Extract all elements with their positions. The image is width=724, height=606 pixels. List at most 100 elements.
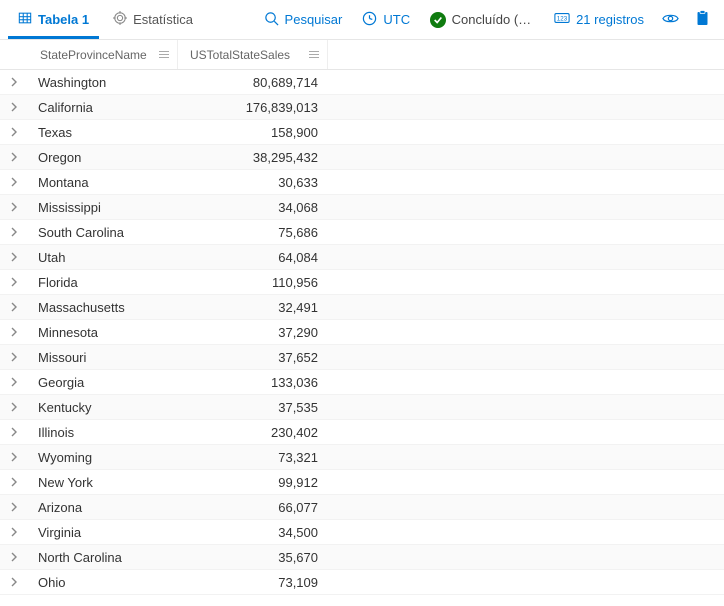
- tab-statistics[interactable]: Estatística: [103, 0, 203, 39]
- cell-sales: 73,321: [178, 450, 328, 465]
- visibility-button[interactable]: [656, 0, 684, 39]
- expand-row-button[interactable]: [0, 202, 28, 212]
- column-menu-icon[interactable]: [309, 51, 319, 59]
- column-header-state-label: StateProvinceName: [36, 48, 159, 62]
- table-row[interactable]: Ohio73,109: [0, 570, 724, 595]
- cell-state: Minnesota: [28, 325, 178, 340]
- cell-sales: 37,290: [178, 325, 328, 340]
- table-row[interactable]: North Carolina35,670: [0, 545, 724, 570]
- table-row[interactable]: Washington80,689,714: [0, 70, 724, 95]
- table-row[interactable]: Montana30,633: [0, 170, 724, 195]
- expand-row-button[interactable]: [0, 552, 28, 562]
- utc-button[interactable]: UTC: [354, 0, 418, 39]
- table-icon: [18, 11, 32, 28]
- expand-row-button[interactable]: [0, 177, 28, 187]
- expand-row-button[interactable]: [0, 102, 28, 112]
- cell-state: Florida: [28, 275, 178, 290]
- cell-sales: 37,652: [178, 350, 328, 365]
- expand-row-button[interactable]: [0, 502, 28, 512]
- cell-state: Massachusetts: [28, 300, 178, 315]
- cell-state: Washington: [28, 75, 178, 90]
- tab-table[interactable]: Tabela 1: [8, 0, 99, 39]
- table-row[interactable]: Illinois230,402: [0, 420, 724, 445]
- cell-state: Georgia: [28, 375, 178, 390]
- cell-sales: 34,500: [178, 525, 328, 540]
- table-row[interactable]: Mississippi34,068: [0, 195, 724, 220]
- table-row[interactable]: California176,839,013: [0, 95, 724, 120]
- expand-row-button[interactable]: [0, 452, 28, 462]
- search-button[interactable]: Pesquisar: [256, 0, 351, 39]
- records-label: 21 registros: [576, 12, 644, 27]
- expand-row-button[interactable]: [0, 577, 28, 587]
- cell-sales: 30,633: [178, 175, 328, 190]
- column-header-sales[interactable]: USTotalStateSales: [178, 40, 328, 69]
- table-body[interactable]: Washington80,689,714California176,839,01…: [0, 70, 724, 606]
- number-box-icon: 123: [554, 12, 570, 27]
- cell-state: Illinois: [28, 425, 178, 440]
- table-row[interactable]: South Carolina75,686: [0, 220, 724, 245]
- expand-row-button[interactable]: [0, 402, 28, 412]
- cell-state: California: [28, 100, 178, 115]
- table-row[interactable]: Minnesota37,290: [0, 320, 724, 345]
- cell-state: Kentucky: [28, 400, 178, 415]
- table-row[interactable]: Virginia34,500: [0, 520, 724, 545]
- cell-sales: 176,839,013: [178, 100, 328, 115]
- cell-state: Mississippi: [28, 200, 178, 215]
- expand-row-button[interactable]: [0, 152, 28, 162]
- cell-state: Montana: [28, 175, 178, 190]
- expand-row-button[interactable]: [0, 427, 28, 437]
- column-header-state[interactable]: StateProvinceName: [28, 40, 178, 69]
- cell-state: Arizona: [28, 500, 178, 515]
- cell-sales: 35,670: [178, 550, 328, 565]
- cell-sales: 80,689,714: [178, 75, 328, 90]
- cell-sales: 158,900: [178, 125, 328, 140]
- cell-sales: 64,084: [178, 250, 328, 265]
- cell-sales: 32,491: [178, 300, 328, 315]
- clipboard-button[interactable]: [688, 0, 716, 39]
- expand-row-button[interactable]: [0, 127, 28, 137]
- expand-row-button[interactable]: [0, 327, 28, 337]
- cell-sales: 38,295,432: [178, 150, 328, 165]
- cell-sales: 110,956: [178, 275, 328, 290]
- status-label: Concluído (0...: [452, 12, 534, 27]
- cell-state: Missouri: [28, 350, 178, 365]
- table-row[interactable]: Oregon38,295,432: [0, 145, 724, 170]
- toolbar: Tabela 1 Estatística Pesquisar UTC Concl…: [0, 0, 724, 40]
- cell-state: New York: [28, 475, 178, 490]
- target-icon: [113, 11, 127, 28]
- table-row[interactable]: Texas158,900: [0, 120, 724, 145]
- expand-row-button[interactable]: [0, 77, 28, 87]
- records-button[interactable]: 123 21 registros: [546, 0, 652, 39]
- table-header-row: StateProvinceName USTotalStateSales: [0, 40, 724, 70]
- expand-row-button[interactable]: [0, 477, 28, 487]
- clock-icon: [362, 11, 377, 29]
- expand-row-button[interactable]: [0, 352, 28, 362]
- table-row[interactable]: Georgia133,036: [0, 370, 724, 395]
- column-header-sales-label: USTotalStateSales: [186, 48, 309, 62]
- table-row[interactable]: Missouri37,652: [0, 345, 724, 370]
- expand-row-button[interactable]: [0, 302, 28, 312]
- expand-row-button[interactable]: [0, 277, 28, 287]
- table-row[interactable]: Florida110,956: [0, 270, 724, 295]
- table-row[interactable]: Wyoming73,321: [0, 445, 724, 470]
- eye-icon: [662, 12, 679, 28]
- cell-sales: 37,535: [178, 400, 328, 415]
- search-icon: [264, 11, 279, 29]
- expand-row-button[interactable]: [0, 377, 28, 387]
- cell-sales: 34,068: [178, 200, 328, 215]
- expand-row-button[interactable]: [0, 252, 28, 262]
- table-row[interactable]: Massachusetts32,491: [0, 295, 724, 320]
- cell-state: Utah: [28, 250, 178, 265]
- column-menu-icon[interactable]: [159, 51, 169, 59]
- table-row[interactable]: Kentucky37,535: [0, 395, 724, 420]
- table-row[interactable]: Arizona66,077: [0, 495, 724, 520]
- table-row[interactable]: Utah64,084: [0, 245, 724, 270]
- cell-state: Ohio: [28, 575, 178, 590]
- clipboard-icon: [696, 10, 709, 29]
- expand-row-button[interactable]: [0, 227, 28, 237]
- cell-sales: 99,912: [178, 475, 328, 490]
- status-button[interactable]: Concluído (0...: [422, 0, 542, 39]
- expand-row-button[interactable]: [0, 527, 28, 537]
- utc-label: UTC: [383, 12, 410, 27]
- table-row[interactable]: New York99,912: [0, 470, 724, 495]
